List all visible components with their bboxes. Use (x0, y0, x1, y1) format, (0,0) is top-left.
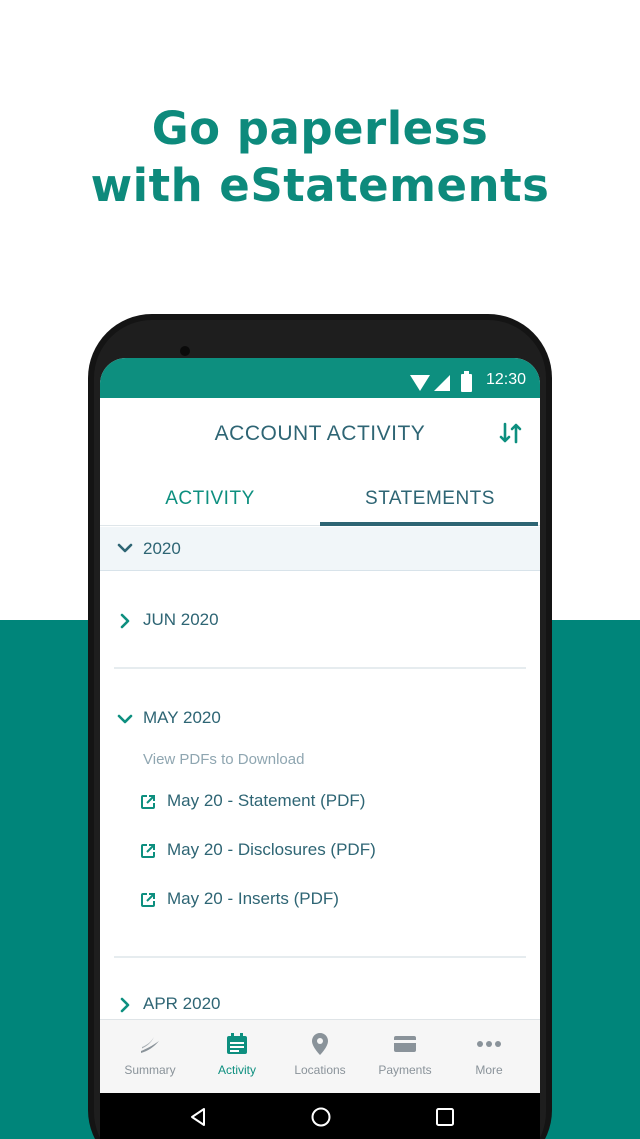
nav-summary[interactable]: Summary (106, 1020, 194, 1094)
nav-label: Locations (294, 1063, 346, 1077)
nav-payments[interactable]: Payments (361, 1020, 449, 1094)
external-link-icon (141, 795, 155, 809)
signal-icon (434, 375, 450, 391)
pdf-link-label: May 20 - Statement (PDF) (167, 791, 366, 810)
tab-statements[interactable]: STATEMENTS (320, 474, 540, 526)
sort-icon[interactable] (498, 420, 524, 446)
recents-icon[interactable] (434, 1106, 456, 1128)
headline-line-1: Go paperless (151, 102, 489, 155)
status-time: 12:30 (485, 371, 526, 388)
divider (114, 667, 526, 669)
month-label: APR 2020 (143, 994, 221, 1013)
app-screen: 12:30 ACCOUNT ACTIVITY ACTIVITY STATEMEN… (100, 358, 540, 1139)
tab-selected-indicator (320, 522, 538, 526)
pdf-link-statement[interactable]: May 20 - Statement (PDF) (140, 790, 500, 816)
month-label: MAY 2020 (143, 708, 221, 727)
year-group-header[interactable]: 2020 (100, 527, 540, 571)
activity-icon (227, 1033, 247, 1054)
location-pin-icon (312, 1033, 328, 1055)
divider (114, 956, 526, 958)
tab-activity[interactable]: ACTIVITY (100, 474, 320, 526)
promo-headline: Go paperless with eStatements (0, 100, 640, 214)
pdf-link-label: May 20 - Disclosures (PDF) (167, 840, 376, 859)
month-label: JUN 2020 (143, 610, 219, 629)
status-bar: 12:30 (100, 358, 540, 398)
nav-label: More (475, 1063, 503, 1077)
pdf-download-hint: View PDFs to Download (143, 751, 305, 768)
nav-more[interactable]: More (445, 1020, 533, 1094)
headline-line-2: with eStatements (90, 159, 550, 212)
nav-label: Activity (217, 1063, 256, 1077)
tab-bar: ACTIVITY STATEMENTS (100, 474, 540, 526)
external-link-icon (141, 844, 155, 858)
bottom-nav: Summary Activity Locations Payments More (100, 1019, 540, 1093)
pdf-link-disclosures[interactable]: May 20 - Disclosures (PDF) (140, 839, 500, 865)
chevron-down-icon (117, 543, 133, 553)
summary-icon (141, 1037, 159, 1053)
app-header: ACCOUNT ACTIVITY (100, 398, 540, 468)
chevron-right-icon (120, 997, 130, 1013)
wifi-icon (410, 375, 430, 391)
nav-activity[interactable]: Activity (193, 1020, 281, 1094)
camera-dot (180, 346, 190, 356)
year-label: 2020 (143, 539, 181, 558)
pdf-link-label: May 20 - Inserts (PDF) (167, 889, 339, 908)
back-icon[interactable] (187, 1106, 209, 1128)
nav-locations[interactable]: Locations (276, 1020, 364, 1094)
month-row-apr[interactable]: APR 2020 (100, 984, 540, 1024)
chevron-right-icon (120, 613, 130, 629)
nav-label: Summary (124, 1063, 176, 1077)
month-row-jun[interactable]: JUN 2020 (100, 600, 540, 640)
pdf-link-inserts[interactable]: May 20 - Inserts (PDF) (140, 888, 500, 914)
card-icon (394, 1036, 416, 1052)
android-nav-bar (100, 1093, 540, 1139)
month-row-may[interactable]: MAY 2020 (100, 698, 540, 738)
battery-icon (461, 371, 472, 392)
more-icon (477, 1041, 501, 1047)
home-icon[interactable] (310, 1106, 332, 1128)
chevron-down-icon (117, 714, 133, 724)
external-link-icon (141, 893, 155, 907)
nav-label: Payments (378, 1063, 432, 1077)
page-title: ACCOUNT ACTIVITY (214, 422, 426, 445)
